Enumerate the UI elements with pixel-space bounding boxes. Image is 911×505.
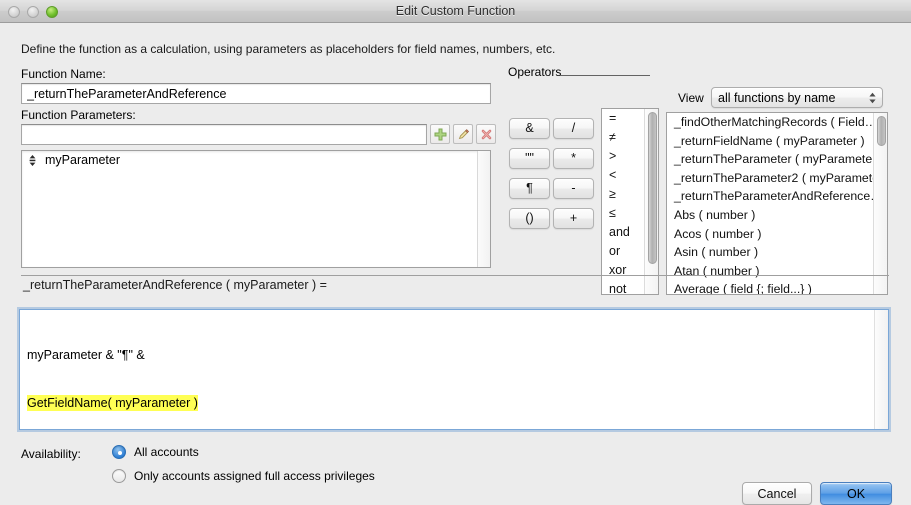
- function-parameters-input[interactable]: [21, 124, 427, 145]
- list-item[interactable]: _returnFieldName ( myParameter ): [667, 132, 887, 151]
- operator-button-plus[interactable]: +: [553, 208, 594, 229]
- edit-parameter-button[interactable]: [453, 124, 473, 144]
- delete-parameter-button[interactable]: [476, 124, 496, 144]
- operators-group-rule: [560, 75, 650, 76]
- calculation-line-highlighted: GetFieldName( myParameter ): [27, 395, 198, 411]
- functions-list[interactable]: _findOtherMatchingRecords ( Field… _retu…: [666, 112, 888, 295]
- calculation-signature: _returnTheParameterAndReference ( myPara…: [23, 278, 327, 292]
- parameters-list[interactable]: myParameter: [21, 150, 491, 268]
- parameters-list-scrollbar[interactable]: [477, 151, 490, 267]
- operators-list[interactable]: = ≠ > < ≥ ≤ and or xor not: [601, 108, 659, 295]
- drag-handle-icon[interactable]: [29, 155, 36, 166]
- function-parameters-label: Function Parameters:: [21, 108, 136, 122]
- view-select-value: all functions by name: [718, 91, 835, 105]
- section-divider: [21, 275, 889, 276]
- add-parameter-button[interactable]: [430, 124, 450, 144]
- view-select[interactable]: all functions by name: [711, 87, 883, 108]
- list-item[interactable]: _returnTheParameterAndReference…: [667, 187, 887, 206]
- view-label: View: [678, 91, 704, 105]
- operator-button-parentheses[interactable]: (): [509, 208, 550, 229]
- cancel-button[interactable]: Cancel: [742, 482, 812, 505]
- radio-button-unselected[interactable]: [112, 469, 126, 483]
- availability-option-label: Only accounts assigned full access privi…: [134, 469, 375, 483]
- operator-button-multiply[interactable]: *: [553, 148, 594, 169]
- list-item[interactable]: _returnTheParameter ( myParameter ): [667, 150, 887, 169]
- list-item[interactable]: _findOtherMatchingRecords ( Field…: [667, 113, 887, 132]
- operators-list-scrollbar[interactable]: [644, 109, 658, 294]
- operator-button-divide[interactable]: /: [553, 118, 594, 139]
- pencil-icon: [457, 128, 470, 141]
- delete-x-icon: [480, 128, 493, 141]
- list-item[interactable]: Abs ( number ): [667, 206, 887, 225]
- operators-list-scroll-thumb[interactable]: [648, 112, 657, 264]
- calculation-line: myParameter & "¶" &: [27, 347, 145, 363]
- operator-button-pilcrow[interactable]: ¶: [509, 178, 550, 199]
- operators-group-label: Operators: [508, 65, 561, 79]
- functions-list-scroll-thumb[interactable]: [877, 116, 886, 146]
- list-item[interactable]: myParameter: [22, 151, 490, 169]
- operator-button-ampersand[interactable]: &: [509, 118, 550, 139]
- availability-label: Availability:: [21, 447, 81, 461]
- calculation-editor[interactable]: myParameter & "¶" & GetFieldName( myPara…: [19, 309, 889, 430]
- list-item[interactable]: _returnTheParameter2 ( myParameter ): [667, 169, 887, 188]
- ok-button[interactable]: OK: [820, 482, 892, 505]
- availability-option-all-accounts[interactable]: All accounts: [112, 445, 199, 459]
- calculation-editor-scrollbar[interactable]: [874, 310, 888, 429]
- availability-option-full-access[interactable]: Only accounts assigned full access privi…: [112, 469, 375, 483]
- function-name-label: Function Name:: [21, 67, 106, 81]
- radio-button-selected[interactable]: [112, 445, 126, 459]
- calculation-text[interactable]: myParameter & "¶" & GetFieldName( myPara…: [27, 315, 198, 430]
- functions-list-scrollbar[interactable]: [873, 113, 887, 294]
- dialog-description: Define the function as a calculation, us…: [21, 42, 555, 56]
- availability-option-label: All accounts: [134, 445, 199, 459]
- list-item[interactable]: Asin ( number ): [667, 243, 887, 262]
- list-item[interactable]: Average ( field {; field...} ): [667, 280, 887, 295]
- dialog-content: Define the function as a calculation, us…: [0, 23, 911, 501]
- list-item[interactable]: Atan ( number ): [667, 262, 887, 281]
- function-name-input[interactable]: [21, 83, 491, 104]
- chevron-updown-icon: [868, 91, 877, 104]
- operator-button-minus[interactable]: -: [553, 178, 594, 199]
- plus-icon: [434, 128, 447, 141]
- list-item[interactable]: Acos ( number ): [667, 225, 887, 244]
- window-titlebar: Edit Custom Function: [0, 0, 911, 23]
- window-title: Edit Custom Function: [0, 0, 911, 23]
- parameter-name: myParameter: [45, 153, 120, 167]
- operator-button-quotes[interactable]: "": [509, 148, 550, 169]
